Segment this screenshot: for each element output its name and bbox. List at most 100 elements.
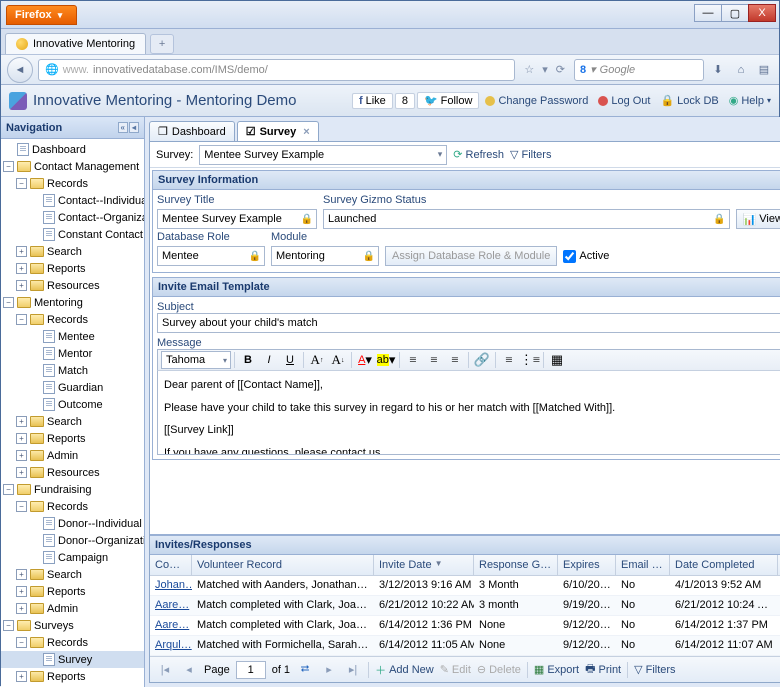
tree-node[interactable]: +Reports <box>1 430 144 447</box>
lockdb-link[interactable]: 🔒Lock DB <box>660 94 718 107</box>
reload-icon[interactable]: ⟳ <box>556 63 565 76</box>
tree-node[interactable]: Dashboard <box>1 141 144 158</box>
collapse-nav-button[interactable]: «◂ <box>118 122 139 133</box>
tree-node[interactable]: +Reports <box>1 260 144 277</box>
col-email-sent[interactable]: Email Sent <box>616 555 670 575</box>
tree-node[interactable]: Mentee <box>1 328 144 345</box>
edit-button[interactable]: ✎Edit <box>440 663 471 676</box>
feed-icon[interactable]: ☆ <box>524 63 534 76</box>
contact-link[interactable]: Aare… <box>155 619 187 631</box>
navigation-tree[interactable]: Dashboard−Contact Management−RecordsCont… <box>1 139 144 687</box>
tree-node[interactable]: +Resources <box>1 277 144 294</box>
tree-node[interactable]: Donor--Organization <box>1 532 144 549</box>
active-checkbox[interactable]: Active <box>563 246 609 266</box>
prev-page-button[interactable]: ◂ <box>180 661 198 679</box>
tree-node[interactable]: Outcome <box>1 396 144 413</box>
align-center-button[interactable]: ≡ <box>424 351 444 369</box>
table-row[interactable]: Aare…Match completed with Clark, Joan (1… <box>150 596 780 616</box>
tree-node[interactable]: Campaign <box>1 549 144 566</box>
close-button[interactable]: X <box>748 4 776 22</box>
contact-link[interactable]: Johan… <box>155 579 187 591</box>
align-left-button[interactable]: ≡ <box>403 351 423 369</box>
font-grow-button[interactable]: A↑ <box>307 351 327 369</box>
change-password-link[interactable]: Change Password <box>485 94 588 107</box>
logout-link[interactable]: Log Out <box>598 94 650 107</box>
print-button[interactable]: 🖶Print <box>585 660 621 679</box>
survey-select[interactable]: Mentee Survey Example <box>199 145 447 165</box>
tree-node[interactable]: +Resources <box>1 464 144 481</box>
tree-node[interactable]: Mentor <box>1 345 144 362</box>
font-color-button[interactable]: A▾ <box>355 351 375 369</box>
ul-button[interactable]: ⋮≡ <box>520 351 540 369</box>
tree-node[interactable]: Contact--Organization <box>1 209 144 226</box>
tree-node[interactable]: +Search <box>1 413 144 430</box>
new-tab-button[interactable]: + <box>150 34 174 54</box>
last-page-button[interactable]: ▸| <box>344 661 362 679</box>
source-button[interactable]: ▦ <box>547 351 567 369</box>
italic-button[interactable]: I <box>259 351 279 369</box>
browser-tab[interactable]: Innovative Mentoring <box>5 33 146 54</box>
close-tab-icon[interactable]: × <box>303 126 309 138</box>
bookmarks-icon[interactable]: ▤ <box>755 61 773 79</box>
col-volunteer[interactable]: Volunteer Record <box>192 555 374 575</box>
tree-node[interactable]: Contact--Individual <box>1 192 144 209</box>
assign-button[interactable]: Assign Database Role & Module <box>385 246 557 266</box>
message-editor[interactable]: Dear parent of [[Contact Name]], Please … <box>157 371 780 455</box>
col-expires[interactable]: Expires <box>558 555 616 575</box>
survey-title-input[interactable]: Mentee Survey Example <box>157 209 317 229</box>
contact-link[interactable]: Aare… <box>155 599 187 611</box>
add-new-button[interactable]: ＋Add New <box>375 662 434 678</box>
bold-button[interactable]: B <box>238 351 258 369</box>
tree-node[interactable]: +Admin <box>1 447 144 464</box>
tree-node[interactable]: +Admin <box>1 600 144 617</box>
maximize-button[interactable]: ▢ <box>721 4 749 22</box>
refresh-button[interactable]: ⟳Refresh <box>453 148 504 161</box>
tab-survey[interactable]: ☑Survey× <box>237 121 319 141</box>
contact-link[interactable]: Arqul… <box>155 639 187 651</box>
next-page-button[interactable]: ⮂ <box>296 661 314 679</box>
subject-input[interactable]: Survey about your child's match <box>157 313 780 333</box>
home-icon[interactable]: ⌂ <box>732 61 750 79</box>
export-button[interactable]: ▦Export <box>534 663 579 676</box>
underline-button[interactable]: U <box>280 351 300 369</box>
tree-node[interactable]: +Reports <box>1 583 144 600</box>
table-row[interactable]: Arqul…Matched with Formichella, Sarah (1… <box>150 636 780 656</box>
page-input[interactable] <box>236 661 266 679</box>
filters-button[interactable]: ▽Filters <box>510 148 551 161</box>
tab-dashboard[interactable]: ❐Dashboard <box>149 121 235 141</box>
tree-node[interactable]: +Reports <box>1 668 144 685</box>
col-contact[interactable]: Contact <box>150 555 192 575</box>
firefox-menu-button[interactable]: Firefox <box>6 5 77 25</box>
tree-node[interactable]: −Fundraising <box>1 481 144 498</box>
minimize-button[interactable]: — <box>694 4 722 22</box>
next-page-button[interactable]: ▸ <box>320 661 338 679</box>
tree-node[interactable]: −Contact Management <box>1 158 144 175</box>
tree-node[interactable]: Guardian <box>1 379 144 396</box>
link-button[interactable]: 🔗 <box>472 351 492 369</box>
view-gizmo-button[interactable]: 📊View in SurveyGizmo <box>736 209 780 229</box>
col-response-group[interactable]: Response Group <box>474 555 558 575</box>
tree-node[interactable]: −Records <box>1 311 144 328</box>
dropdown-icon[interactable]: ▾ <box>542 63 548 76</box>
font-shrink-button[interactable]: A↓ <box>328 351 348 369</box>
fb-like-button[interactable]: fLike <box>352 93 393 109</box>
back-button[interactable]: ◄ <box>7 57 33 83</box>
url-input[interactable]: 🌐 www.innovativedatabase.com/IMS/demo/ <box>38 59 515 81</box>
browser-search[interactable]: 8▾ Google <box>574 59 704 81</box>
delete-button[interactable]: ⊖Delete <box>477 663 521 676</box>
highlight-button[interactable]: ab▾ <box>376 351 396 369</box>
help-link[interactable]: ◉Help▾ <box>729 94 771 107</box>
twitter-follow-button[interactable]: 🐦Follow <box>417 92 480 109</box>
table-row[interactable]: Johan…Matched with Aanders, Jonathan (10… <box>150 576 780 596</box>
tree-node[interactable]: +Search <box>1 566 144 583</box>
font-select[interactable]: Tahoma <box>161 351 231 369</box>
align-right-button[interactable]: ≡ <box>445 351 465 369</box>
tree-node[interactable]: −Records <box>1 498 144 515</box>
col-invite-date[interactable]: Invite Date▼ <box>374 555 474 575</box>
tree-node[interactable]: −Mentoring <box>1 294 144 311</box>
download-icon[interactable]: ⬇ <box>709 61 727 79</box>
tree-node[interactable]: −Records <box>1 634 144 651</box>
tree-node[interactable]: −Records <box>1 175 144 192</box>
tree-node[interactable]: Donor--Individual <box>1 515 144 532</box>
tree-node[interactable]: −Surveys <box>1 617 144 634</box>
